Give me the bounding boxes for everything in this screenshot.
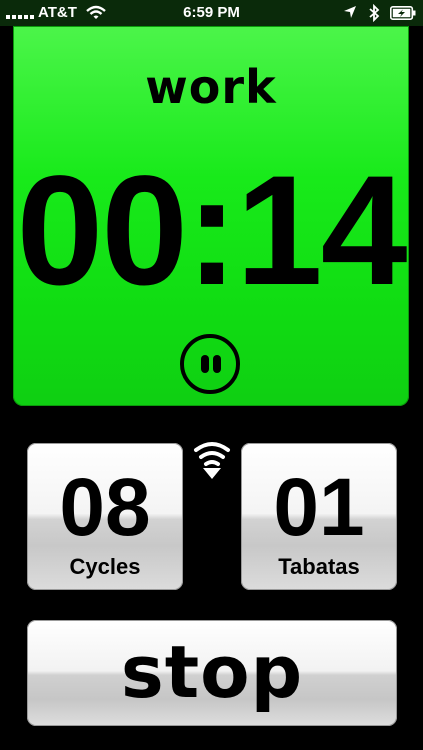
location-arrow-icon bbox=[344, 6, 356, 18]
tabatas-value: 01 bbox=[273, 462, 365, 553]
status-bar: AT&T 6:59 PM bbox=[0, 0, 423, 26]
status-time: 6:59 PM bbox=[183, 4, 240, 21]
timer-panel: work 00:14 bbox=[13, 26, 409, 406]
cycles-value: 08 bbox=[59, 462, 151, 553]
tabatas-label: Tabatas bbox=[278, 554, 360, 579]
stop-label: stop bbox=[120, 630, 304, 714]
stop-button[interactable]: stop bbox=[27, 620, 397, 726]
cycles-label: Cycles bbox=[69, 554, 141, 579]
cycles-counter[interactable]: 08 Cycles bbox=[27, 443, 183, 590]
pause-button[interactable] bbox=[180, 334, 240, 394]
tabatas-counter[interactable]: 01 Tabatas bbox=[241, 443, 397, 590]
phase-label: work bbox=[145, 60, 277, 114]
bluetooth-icon bbox=[369, 4, 380, 22]
sound-icon[interactable] bbox=[192, 438, 232, 482]
countdown-time: 00:14 bbox=[16, 144, 408, 318]
battery-charging-icon bbox=[390, 6, 416, 20]
